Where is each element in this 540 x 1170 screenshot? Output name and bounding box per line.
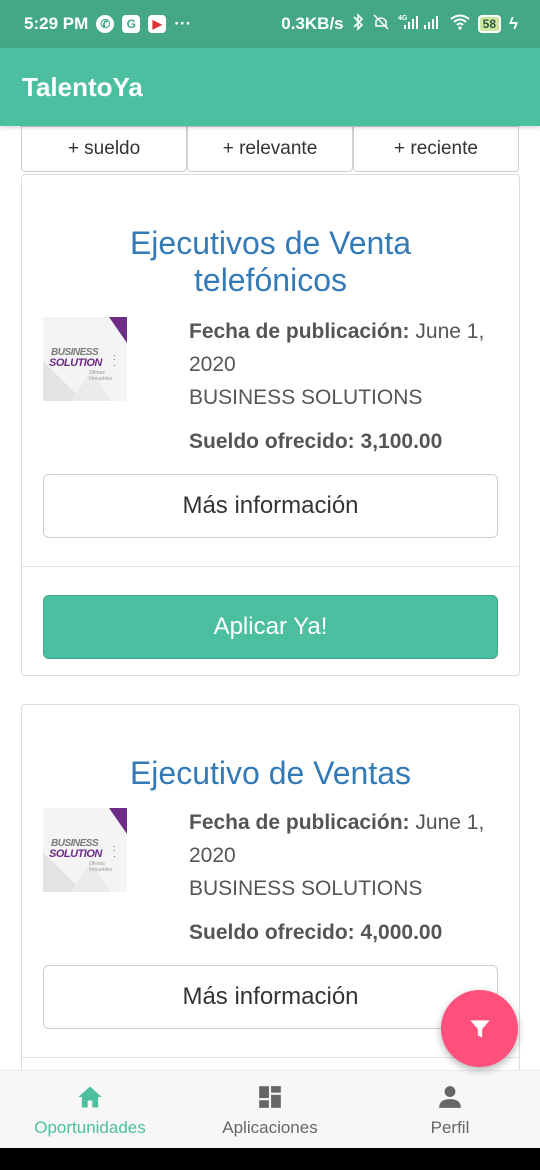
salary-value: 3,100.00	[360, 430, 443, 453]
dashboard-icon	[259, 1086, 281, 1108]
salary: Sueldo ofrecido: 4,000.00	[189, 916, 498, 949]
sort-bar: + sueldo + relevante + reciente	[21, 126, 519, 172]
job-title[interactable]: Ejecutivos de Venta telefónicos	[22, 225, 519, 299]
publication-date: Fecha de publicación: June 1, 2020	[189, 806, 498, 872]
company-name: BUSINESS SOLUTIONS	[189, 877, 423, 900]
network-label: 4G	[398, 15, 408, 22]
status-bar: 5:29 PM ✆ G ▶ ··· 0.3KB/s 4G 58 ϟ	[0, 0, 540, 48]
network-speed: 0.3KB/s	[281, 14, 344, 33]
filter-button[interactable]	[441, 990, 518, 1067]
nav-label: Aplicaciones	[222, 1118, 318, 1137]
salary-label: Sueldo ofrecido:	[189, 921, 355, 944]
more-icon: ···	[174, 14, 192, 33]
company-logo: BUSINESS SOLUTION Ofimas Inmuebles : ·	[43, 317, 127, 401]
battery-icon: 58	[477, 15, 501, 33]
mute-icon	[372, 13, 390, 36]
more-info-button[interactable]: Más información	[43, 474, 498, 538]
salary-value: 4,000.00	[360, 921, 443, 944]
wifi-icon	[450, 14, 470, 35]
nav-aplicaciones[interactable]: Aplicaciones	[180, 1071, 360, 1148]
filter-icon	[469, 1019, 490, 1038]
job-details: BUSINESS SOLUTION Ofimas Inmuebles : · Fe…	[22, 806, 519, 949]
publication-date: Fecha de publicación: June 1, 2020	[189, 315, 498, 381]
date-label: Fecha de publicación:	[189, 320, 410, 343]
home-icon	[78, 1086, 102, 1108]
apply-button[interactable]: Aplicar Ya!	[43, 595, 498, 659]
status-time: 5:29 PM	[24, 14, 89, 33]
job-title[interactable]: Ejecutivo de Ventas	[22, 755, 519, 792]
nav-label: Perfil	[430, 1118, 470, 1137]
card-divider	[22, 1057, 519, 1058]
youtube-icon: ▶	[148, 15, 167, 33]
sort-relevant-button[interactable]: + relevante	[187, 126, 353, 172]
app-bar: TalentoYa	[0, 48, 540, 126]
job-info: Fecha de publicación: June 1, 2020 BUSIN…	[189, 806, 498, 949]
status-left: 5:29 PM ✆ G ▶ ···	[24, 14, 191, 34]
date-label: Fecha de publicación:	[189, 811, 410, 834]
bluetooth-icon	[352, 12, 364, 36]
whatsapp-icon: ✆	[96, 15, 115, 33]
app-title: TalentoYa	[22, 71, 143, 102]
sort-recent-button[interactable]: + reciente	[353, 126, 519, 172]
job-list[interactable]: + sueldo + relevante + reciente Ejecutiv…	[0, 126, 540, 1070]
nav-label: Oportunidades	[34, 1118, 146, 1137]
bottom-nav: Oportunidades Aplicaciones Perfil	[0, 1070, 540, 1148]
company-name: BUSINESS SOLUTIONS	[189, 386, 423, 409]
nav-perfil[interactable]: Perfil	[360, 1071, 540, 1148]
job-details: BUSINESS SOLUTION Ofimas Inmuebles : · Fe…	[22, 315, 519, 458]
job-card: Ejecutivos de Venta telefónicos BUSINESS…	[21, 174, 520, 676]
person-icon	[439, 1086, 461, 1108]
card-divider	[22, 566, 519, 567]
charging-icon: ϟ	[509, 14, 518, 33]
more-info-button[interactable]: Más información	[43, 965, 498, 1029]
system-nav-bar	[0, 1148, 540, 1170]
signal-icon: 4G	[398, 13, 442, 36]
nav-oportunidades[interactable]: Oportunidades	[0, 1071, 180, 1148]
company-logo: BUSINESS SOLUTION Ofimas Inmuebles : ·	[43, 808, 127, 892]
google-icon: G	[122, 15, 141, 33]
salary: Sueldo ofrecido: 3,100.00	[189, 425, 498, 458]
job-info: Fecha de publicación: June 1, 2020 BUSIN…	[189, 315, 498, 458]
salary-label: Sueldo ofrecido:	[189, 430, 355, 453]
sort-salary-button[interactable]: + sueldo	[21, 126, 187, 172]
status-right: 0.3KB/s 4G 58 ϟ	[281, 12, 518, 36]
